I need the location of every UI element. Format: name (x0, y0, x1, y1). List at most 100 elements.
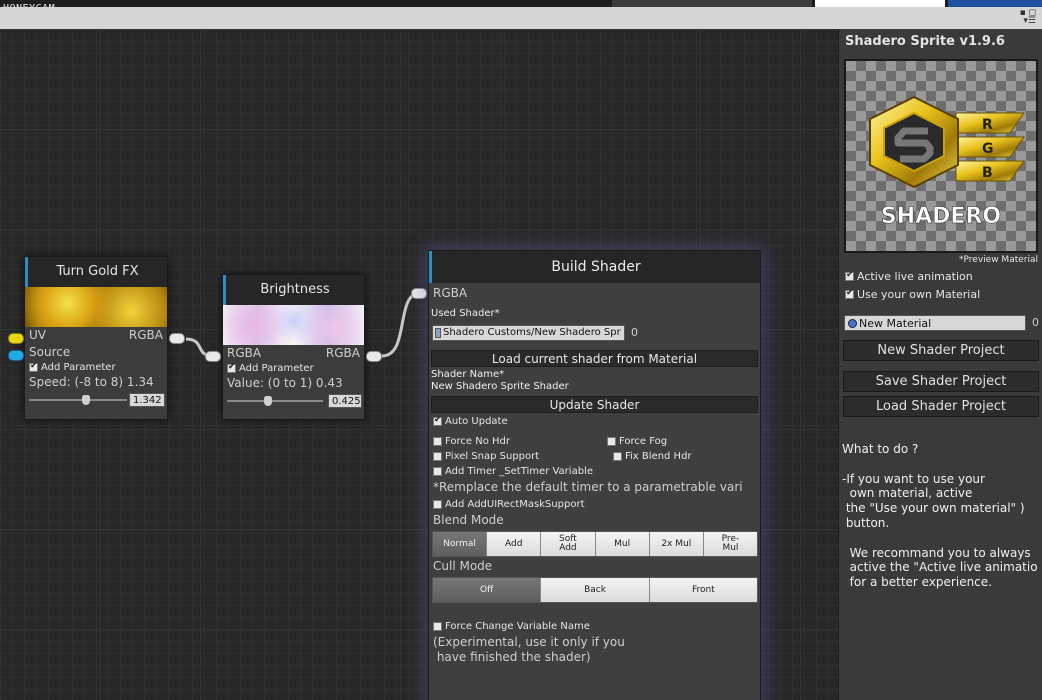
checkbox-unchecked-icon[interactable] (433, 437, 442, 446)
blend-mul-button[interactable]: Mul (595, 532, 650, 556)
load-shader-button[interactable]: Load current shader from Material (431, 350, 758, 367)
cull-back-button[interactable]: Back (541, 578, 650, 602)
inspector-panel: Shadero Sprite v1.9.6 R G B SHADERO *Pre… (838, 29, 1042, 700)
add-timer-toggle[interactable]: Add Timer _SetTimer Variable (433, 466, 593, 477)
source-input-pin[interactable] (8, 350, 24, 361)
brightness-output-pin[interactable] (366, 351, 382, 362)
window-tab-bar: ▪ ◻ ▾☰ (0, 7, 1042, 29)
used-shader-field[interactable]: Shadero Customs/New Shadero Spr (432, 325, 625, 341)
blend-pre-mul-button[interactable]: Pre- Mul (703, 532, 758, 556)
value-value-field[interactable]: 0.425 (328, 394, 362, 408)
brightness-input-pin[interactable] (205, 351, 221, 362)
use-own-material-toggle[interactable]: Use your own Material (845, 288, 980, 301)
blend-2x-mul-button[interactable]: 2x Mul (649, 532, 704, 556)
speed-label: Speed: (-8 to 8) 1.34 (29, 375, 154, 389)
port-row-uv: UV RGBA (25, 327, 167, 344)
help-text: What to do ? -If you want to use your ow… (842, 442, 1038, 590)
brightness-preview-image (223, 305, 364, 345)
add-parameter-toggle[interactable]: Add Parameter (223, 362, 364, 375)
uv-input-pin[interactable] (8, 333, 24, 344)
blend-add-button[interactable]: Add (487, 532, 542, 556)
value-slider[interactable]: 0.425 (223, 392, 364, 410)
experimental-note: (Experimental, use it only if you have f… (433, 635, 625, 664)
logo-letter: R (982, 117, 993, 133)
checkbox-checked-icon[interactable] (433, 415, 442, 426)
speed-value-field[interactable]: 1.342 (129, 393, 165, 407)
port-rgba-out-label: RGBA (128, 328, 163, 342)
preview-note: *Preview Material (959, 255, 1038, 265)
logo-letter: G (982, 141, 994, 157)
material-extra: 0 (1032, 316, 1039, 329)
fix-blend-hdr-label: Fix Blend Hdr (625, 451, 692, 462)
build-input-pin[interactable] (411, 288, 427, 299)
checkbox-unchecked-icon[interactable] (433, 452, 442, 461)
cull-front-button[interactable]: Front (649, 578, 757, 602)
checkbox-unchecked-icon[interactable] (433, 500, 442, 509)
checkbox-checked-icon[interactable] (29, 361, 38, 372)
port-row-rgba: RGBA RGBA (223, 345, 364, 362)
blend-mode-selector[interactable]: Normal Add Soft Add Mul 2x Mul Pre- Mul (432, 531, 758, 557)
material-preview: R G B SHADERO (844, 59, 1038, 253)
auto-update-toggle[interactable]: Auto Update (433, 415, 508, 427)
add-mask-toggle[interactable]: Add AddUIRectMaskSupport (433, 499, 585, 510)
checkbox-unchecked-icon[interactable] (433, 622, 442, 631)
port-uv-label: UV (29, 328, 46, 342)
blend-normal-button[interactable]: Normal (433, 532, 488, 556)
slider-thumb[interactable] (263, 396, 272, 406)
slider-track[interactable] (227, 400, 323, 402)
window-menu-icon[interactable]: ▪ ◻ ▾☰ (1020, 9, 1036, 26)
port-rgba-in-label: RGBA (433, 286, 468, 300)
checkbox-checked-icon[interactable] (227, 362, 236, 373)
cull-mode-selector[interactable]: Off Back Front (432, 577, 758, 603)
blend-soft-add-button[interactable]: Soft Add (541, 532, 596, 556)
update-shader-button[interactable]: Update Shader (431, 396, 758, 413)
slider-thumb[interactable] (81, 395, 90, 405)
checkbox-unchecked-icon[interactable] (433, 467, 442, 476)
material-field[interactable]: New Material (844, 315, 1026, 331)
save-shader-project-button[interactable]: Save Shader Project (843, 371, 1039, 392)
use-own-material-label: Use your own Material (857, 288, 981, 301)
speed-slider[interactable]: 1.342 (25, 391, 167, 409)
auto-update-label: Auto Update (445, 416, 508, 427)
checkbox-unchecked-icon[interactable] (613, 452, 622, 461)
node-turn-gold-fx[interactable]: Turn Gold FX UV RGBA Source Add Paramete… (24, 256, 168, 420)
wire-brightness-to-build (381, 291, 421, 358)
inspector-title: Shadero Sprite v1.9.6 (845, 34, 1005, 49)
port-source-label: Source (29, 345, 71, 359)
logo-letter: B (982, 165, 993, 181)
checkbox-checked-icon[interactable] (845, 288, 854, 299)
force-fog-toggle[interactable]: Force Fog (607, 436, 667, 447)
checkbox-unchecked-icon[interactable] (607, 437, 616, 446)
node-brightness[interactable]: Brightness RGBA RGBA Add Parameter Value… (222, 274, 365, 420)
load-shader-project-button[interactable]: Load Shader Project (843, 396, 1039, 417)
active-live-toggle[interactable]: Active live animation (845, 270, 973, 283)
shader-file-icon (435, 328, 441, 338)
add-timer-label: Add Timer _SetTimer Variable (445, 466, 593, 477)
shader-name-value[interactable]: New Shadero Sprite Shader (431, 381, 569, 392)
new-shader-project-button[interactable]: New Shader Project (843, 340, 1039, 361)
force-change-toggle[interactable]: Force Change Variable Name (433, 621, 590, 632)
force-no-hdr-toggle[interactable]: Force No Hdr (433, 436, 510, 447)
used-shader-label: Used Shader* (431, 308, 500, 319)
checkbox-checked-icon[interactable] (845, 270, 854, 281)
cull-off-button[interactable]: Off (433, 578, 542, 602)
pixel-snap-label: Pixel Snap Support (445, 451, 540, 462)
top-strip (0, 0, 1042, 7)
slider-track[interactable] (29, 399, 127, 401)
add-parameter-toggle[interactable]: Add Parameter (25, 361, 167, 374)
fix-blend-hdr-toggle[interactable]: Fix Blend Hdr (613, 451, 692, 462)
used-shader-value: Shadero Customs/New Shadero Spr (443, 327, 621, 338)
used-shader-extra: 0 (631, 326, 638, 339)
logo-wordmark: SHADERO (881, 204, 1001, 229)
blend-mode-label: Blend Mode (433, 513, 504, 527)
top-strip-segment (612, 0, 812, 7)
node-build-shader[interactable]: Build Shader RGBA Used Shader* Shadero C… (428, 250, 761, 700)
pixel-snap-toggle[interactable]: Pixel Snap Support (433, 451, 539, 462)
value-label: Value: (0 to 1) 0.43 (227, 376, 343, 390)
node-canvas[interactable]: Turn Gold FX UV RGBA Source Add Paramete… (0, 29, 838, 700)
force-no-hdr-label: Force No Hdr (445, 436, 510, 447)
node-title: Build Shader (429, 251, 760, 283)
port-rgba-out-label: RGBA (325, 346, 360, 360)
turn-gold-output-pin[interactable] (169, 333, 185, 344)
port-rgba-in-label: RGBA (227, 346, 262, 360)
